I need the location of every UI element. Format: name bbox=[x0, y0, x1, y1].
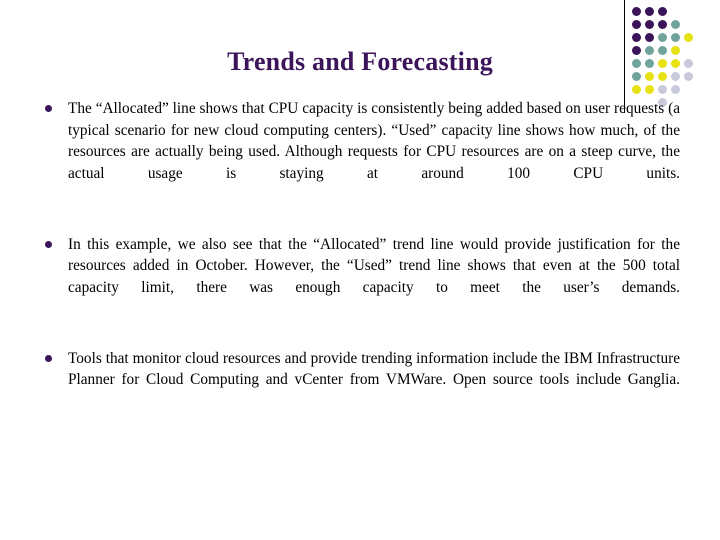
slide: Trends and Forecasting The “Allocated” l… bbox=[0, 0, 720, 540]
bullet-list: The “Allocated” line shows that CPU capa… bbox=[40, 98, 680, 412]
page-title: Trends and Forecasting bbox=[227, 47, 493, 76]
list-item-text: The “Allocated” line shows that CPU capa… bbox=[68, 100, 680, 182]
list-item-text: In this example, we also see that the “A… bbox=[68, 235, 680, 296]
list-item: The “Allocated” line shows that CPU capa… bbox=[40, 98, 680, 206]
ornament-dot bbox=[632, 33, 641, 42]
ornament-dot bbox=[632, 7, 641, 16]
ornament-dot bbox=[658, 7, 667, 16]
ornament-dot bbox=[645, 85, 654, 94]
ornament-dot bbox=[671, 85, 680, 94]
ornament-dot bbox=[658, 85, 667, 94]
ornament-dot bbox=[684, 33, 693, 42]
ornament-dot bbox=[645, 7, 654, 16]
ornament-dot bbox=[632, 20, 641, 29]
list-item-text: Tools that monitor cloud resources and p… bbox=[68, 349, 680, 389]
ornament-dot bbox=[645, 33, 654, 42]
ornament-dot bbox=[671, 33, 680, 42]
bullet-disc-icon bbox=[45, 240, 52, 248]
ornament-dot bbox=[658, 20, 667, 29]
ornament-dot bbox=[632, 85, 641, 94]
list-item: In this example, we also see that the “A… bbox=[40, 234, 680, 320]
ornament-dot bbox=[671, 20, 680, 29]
list-item: Tools that monitor cloud resources and p… bbox=[40, 348, 680, 413]
bullet-disc-icon bbox=[45, 105, 52, 112]
ornament-dot bbox=[645, 20, 654, 29]
bullet-disc-icon bbox=[45, 354, 52, 362]
ornament-dot bbox=[658, 33, 667, 42]
